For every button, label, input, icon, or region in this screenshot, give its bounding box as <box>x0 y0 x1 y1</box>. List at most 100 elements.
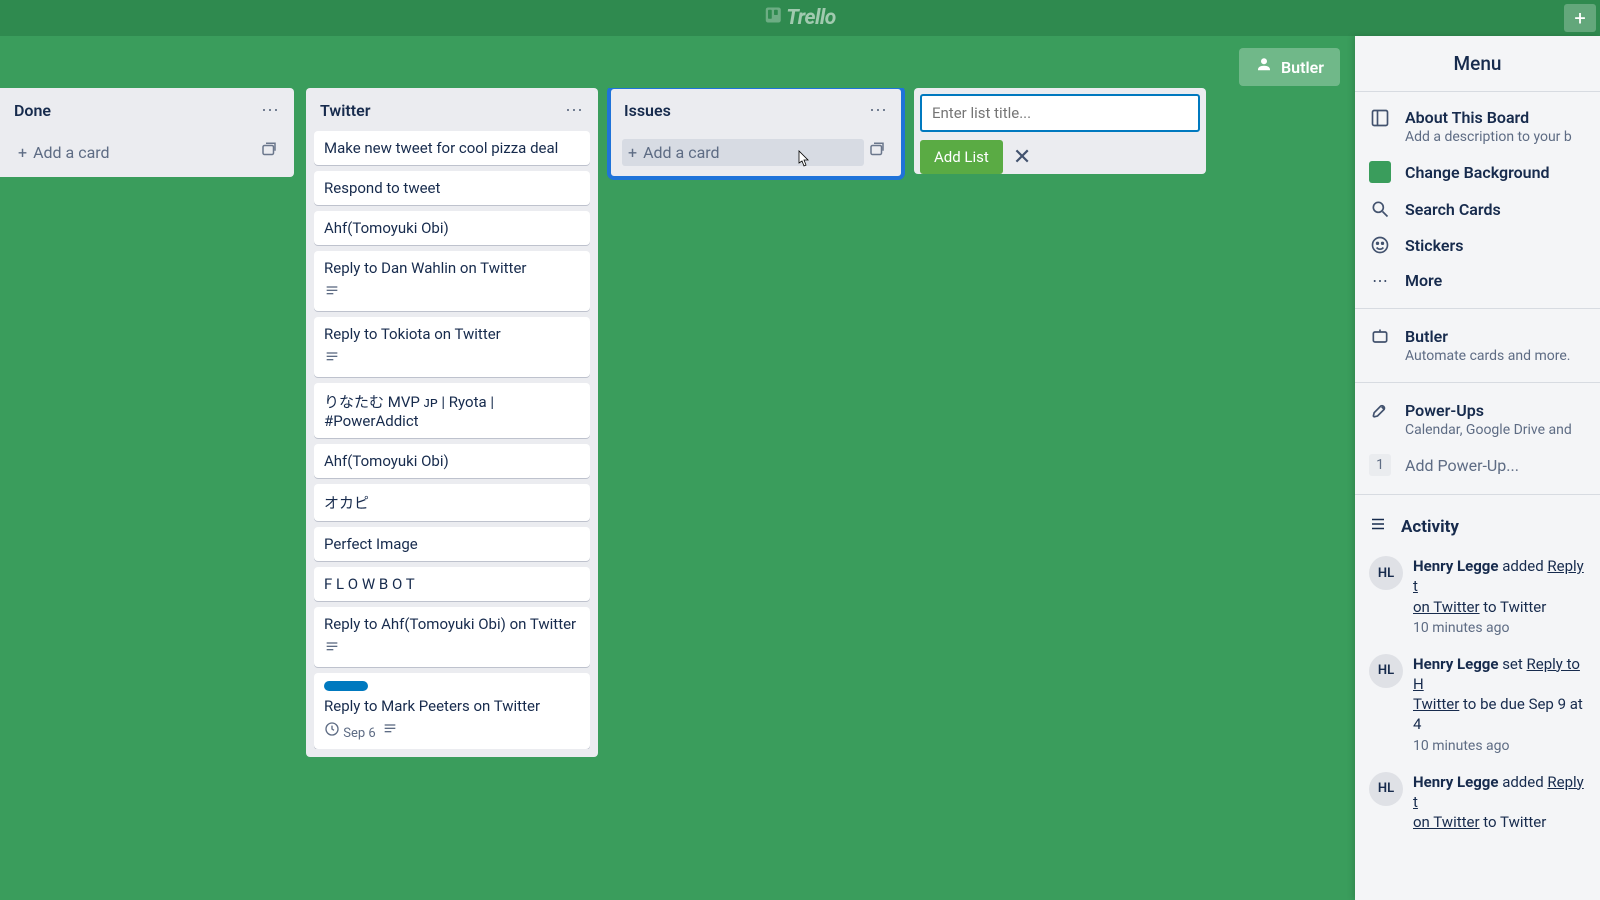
butler-icon <box>1255 56 1273 78</box>
menu-item-label: Change Background <box>1405 163 1550 182</box>
rocket-icon <box>1369 401 1391 421</box>
add-card-button[interactable]: + Add a card <box>12 139 256 166</box>
card-text: Make new tweet for cool pizza deal <box>324 139 580 157</box>
activity-text: Henry Legge set Reply to HTwitter to be … <box>1413 654 1586 756</box>
menu-title: Menu <box>1355 36 1600 92</box>
list-menu-icon[interactable]: ⋯ <box>565 100 584 121</box>
plus-icon: + <box>18 143 27 162</box>
logo-text: Trello <box>786 6 835 30</box>
card[interactable]: Reply to Ahf(Tomoyuki Obi) on Twitter <box>314 607 590 667</box>
trello-board-icon <box>764 6 782 30</box>
card[interactable]: りなたむ MVP ᴊᴘ | Ryota | #PowerAddict <box>314 383 590 438</box>
activity-text: Henry Legge added Reply ton Twitter to T… <box>1413 772 1586 833</box>
add-list-button[interactable]: Add List <box>920 140 1003 174</box>
card-text: Ahf(Tomoyuki Obi) <box>324 219 580 237</box>
card-text: オカピ <box>324 492 580 513</box>
card-badges: Sep 6 <box>324 721 580 741</box>
plus-icon: + <box>628 143 637 162</box>
card-template-icon[interactable] <box>864 137 890 167</box>
activity-title: Activity <box>1401 517 1459 537</box>
card[interactable]: Ahf(Tomoyuki Obi) <box>314 444 590 478</box>
menu-about-board[interactable]: About This Board Add a description to yo… <box>1355 100 1600 153</box>
card-text: りなたむ MVP ᴊᴘ | Ryota | #PowerAddict <box>324 391 580 430</box>
add-list-composer: Add List ✕ <box>914 88 1206 174</box>
activity-item: HL Henry Legge added Reply ton Twitter to… <box>1355 548 1600 646</box>
close-icon[interactable]: ✕ <box>1013 145 1031 170</box>
sticker-icon <box>1369 235 1391 255</box>
plus-icon: + <box>1574 6 1585 30</box>
card[interactable]: オカピ <box>314 484 590 521</box>
list-done: Done ⋯ + Add a card <box>0 88 294 177</box>
menu-change-background[interactable]: Change Background <box>1355 153 1600 191</box>
card-badges <box>324 349 580 369</box>
card[interactable]: Make new tweet for cool pizza deal <box>314 131 590 165</box>
menu-item-label: Stickers <box>1405 236 1464 255</box>
menu-panel: Menu About This Board Add a description … <box>1355 36 1600 900</box>
avatar[interactable]: HL <box>1369 556 1403 590</box>
list-menu-icon[interactable]: ⋯ <box>261 100 280 121</box>
divider <box>1355 494 1600 495</box>
avatar[interactable]: HL <box>1369 772 1403 806</box>
description-icon <box>324 639 340 659</box>
card[interactable]: Perfect Image <box>314 527 590 561</box>
activity-header: Activity <box>1355 505 1600 548</box>
add-list-input[interactable] <box>920 94 1200 132</box>
topbar-add-button[interactable]: + <box>1564 4 1596 32</box>
avatar[interactable]: HL <box>1369 654 1403 688</box>
divider <box>1355 382 1600 383</box>
card[interactable]: F L O W B O T <box>314 567 590 601</box>
menu-butler[interactable]: Butler Automate cards and more. <box>1355 319 1600 372</box>
add-card-label: Add a card <box>643 143 720 162</box>
menu-item-label: About This Board <box>1405 108 1572 127</box>
menu-item-label: Add Power-Up... <box>1405 456 1519 475</box>
board-canvas: Done ⋯ + Add a card Twitter ⋯ Make new t… <box>0 88 1355 900</box>
card[interactable]: Reply to Tokiota on Twitter <box>314 317 590 377</box>
menu-power-ups[interactable]: Power-Ups Calendar, Google Drive and <box>1355 393 1600 446</box>
list-title[interactable]: Done <box>14 101 51 120</box>
more-icon: ⋯ <box>1369 271 1391 290</box>
butler-icon <box>1369 327 1391 347</box>
power-up-count: 1 <box>1369 454 1391 476</box>
menu-add-power-up[interactable]: 1 Add Power-Up... <box>1355 446 1600 484</box>
card-badges <box>324 283 580 303</box>
list-title[interactable]: Twitter <box>320 101 371 120</box>
menu-item-sub: Calendar, Google Drive and <box>1405 422 1572 438</box>
menu-item-sub: Automate cards and more. <box>1405 348 1570 364</box>
add-card-label: Add a card <box>33 143 110 162</box>
menu-stickers[interactable]: Stickers <box>1355 227 1600 263</box>
butler-button[interactable]: Butler <box>1239 48 1340 86</box>
add-card-button[interactable]: + Add a card <box>622 139 864 166</box>
card-badges <box>324 639 580 659</box>
list-title[interactable]: Issues <box>624 101 671 120</box>
card-text: F L O W B O T <box>324 575 580 593</box>
logo[interactable]: Trello <box>764 6 835 30</box>
card-text: Reply to Dan Wahlin on Twitter <box>324 259 580 277</box>
list-issues: Issues ⋯ + Add a card <box>610 88 902 177</box>
description-icon <box>324 283 340 303</box>
list-menu-icon[interactable]: ⋯ <box>869 100 888 121</box>
activity-item: HL Henry Legge added Reply ton Twitter to… <box>1355 764 1600 841</box>
card[interactable]: Ahf(Tomoyuki Obi) <box>314 211 590 245</box>
description-icon <box>324 349 340 369</box>
menu-more[interactable]: ⋯ More <box>1355 263 1600 298</box>
card-text: Reply to Mark Peeters on Twitter <box>324 697 580 715</box>
activity-icon <box>1369 515 1387 538</box>
activity-text: Henry Legge added Reply ton Twitter to T… <box>1413 556 1586 638</box>
card[interactable]: Reply to Dan Wahlin on Twitter <box>314 251 590 311</box>
card[interactable]: Reply to Mark Peeters on Twitter Sep 6 <box>314 673 590 749</box>
card-template-icon[interactable] <box>256 137 282 167</box>
card-text: Reply to Tokiota on Twitter <box>324 325 580 343</box>
menu-item-label: Power-Ups <box>1405 401 1572 420</box>
butler-label: Butler <box>1281 58 1324 77</box>
card-text: Ahf(Tomoyuki Obi) <box>324 452 580 470</box>
menu-item-label: Search Cards <box>1405 200 1501 219</box>
card-text: Reply to Ahf(Tomoyuki Obi) on Twitter <box>324 615 580 633</box>
menu-item-label: More <box>1405 271 1442 290</box>
card-text: Perfect Image <box>324 535 580 553</box>
menu-search-cards[interactable]: Search Cards <box>1355 191 1600 227</box>
activity-item: HL Henry Legge set Reply to HTwitter to b… <box>1355 646 1600 764</box>
background-swatch-icon <box>1369 161 1391 183</box>
card-label <box>324 681 368 691</box>
description-icon <box>382 721 398 741</box>
card[interactable]: Respond to tweet <box>314 171 590 205</box>
